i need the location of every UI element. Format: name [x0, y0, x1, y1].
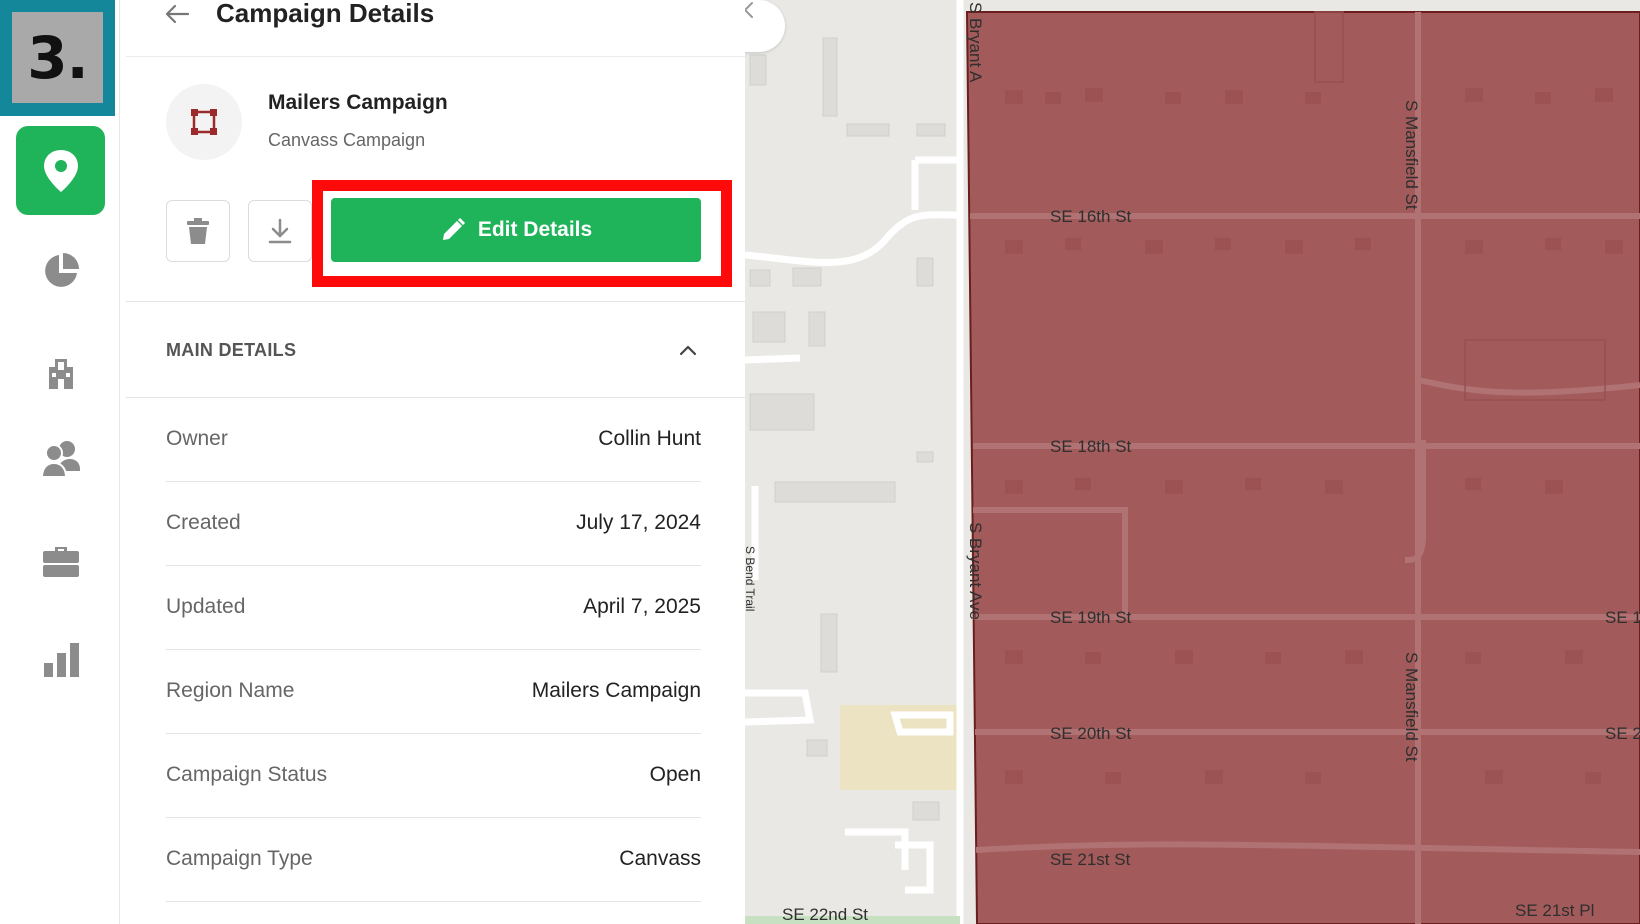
- detail-value: April 7, 2025: [583, 595, 701, 618]
- map-view[interactable]: SE 16th St SE 18th St SE 19th St SE 20th…: [745, 0, 1640, 924]
- street-label: S Mansfield St: [1402, 100, 1421, 210]
- detail-row-campaign-status: Campaign Status Open: [166, 734, 701, 818]
- map-canvas: [745, 0, 1640, 924]
- detail-label: Campaign Type: [166, 847, 313, 870]
- panel-header: Campaign Details: [126, 0, 745, 57]
- detail-row-campaign-type: Campaign Type Canvass: [166, 818, 701, 902]
- sidebar-item-buildings[interactable]: [16, 326, 105, 415]
- delete-button[interactable]: [166, 200, 230, 262]
- sidebar-item-analytics[interactable]: [16, 226, 105, 315]
- sidebar-item-contacts[interactable]: [16, 414, 105, 503]
- step-badge: 3.: [0, 0, 115, 116]
- back-arrow-icon[interactable]: [162, 2, 192, 26]
- street-label: SE 18th St: [1050, 437, 1132, 456]
- app-root: 3. Campaign Details Mailers Campaign Can…: [0, 0, 1640, 924]
- campaign-summary: Mailers Campaign Canvass Campaign: [126, 80, 745, 160]
- street-label: S Mansfield St: [1402, 652, 1421, 762]
- page-title: Campaign Details: [216, 0, 435, 28]
- campaign-type-subtitle: Canvass Campaign: [268, 130, 426, 150]
- pie-chart-icon: [44, 252, 79, 287]
- detail-label: Owner: [166, 427, 228, 450]
- campaign-name: Mailers Campaign: [268, 91, 448, 114]
- download-icon: [268, 218, 292, 244]
- users-icon: [40, 440, 80, 478]
- details-list: Owner Collin Hunt Created July 17, 2024 …: [166, 398, 701, 902]
- detail-label: Updated: [166, 595, 246, 618]
- detail-label: Region Name: [166, 679, 295, 702]
- street-label: SE 20th St: [1050, 724, 1132, 743]
- detail-value: Open: [649, 763, 701, 786]
- street-label: S Bend Trail: [745, 546, 757, 612]
- street-label: SE 16th St: [1050, 207, 1132, 226]
- map-pin-icon: [43, 149, 78, 192]
- detail-value: Collin Hunt: [598, 427, 701, 450]
- detail-value: Mailers Campaign: [531, 679, 701, 702]
- street-label: SE 22nd St: [782, 905, 869, 924]
- step-badge-inner: 3.: [12, 12, 103, 103]
- detail-value: Canvass: [619, 847, 701, 870]
- sidebar-item-map[interactable]: [16, 126, 105, 215]
- street-label: S Bryant Ave: [966, 522, 985, 620]
- chevron-left-icon: [745, 2, 753, 18]
- polygon-region-icon: [191, 109, 217, 135]
- action-bar: Edit Details: [126, 180, 745, 290]
- detail-label: Campaign Status: [166, 763, 328, 786]
- download-button[interactable]: [248, 200, 312, 262]
- bar-chart-icon: [43, 642, 79, 677]
- street-label: SE 21st Pl: [1515, 901, 1595, 920]
- edit-details-button[interactable]: Edit Details: [331, 198, 701, 262]
- detail-row-owner: Owner Collin Hunt: [166, 398, 701, 482]
- street-label: SE 21st St: [1050, 850, 1131, 869]
- trash-icon: [187, 218, 209, 244]
- sidebar-item-reports[interactable]: [16, 614, 105, 703]
- detail-row-region-name: Region Name Mailers Campaign: [166, 650, 701, 734]
- main-details-section-header[interactable]: MAIN DETAILS: [126, 302, 745, 398]
- detail-value: July 17, 2024: [576, 511, 701, 534]
- street-label: SE 19th St: [1050, 608, 1132, 627]
- street-label: SE 2: [1605, 724, 1640, 743]
- campaign-region-polygon: [965, 11, 1640, 924]
- street-label: SE 1: [1605, 608, 1640, 627]
- section-title: MAIN DETAILS: [166, 340, 297, 360]
- street-label: S Bryant A: [966, 2, 985, 83]
- building-icon: [48, 358, 73, 389]
- pencil-icon: [442, 217, 465, 240]
- campaign-avatar: [166, 84, 242, 160]
- detail-label: Created: [166, 511, 241, 534]
- briefcase-icon: [42, 546, 79, 577]
- step-number: 3.: [27, 23, 88, 92]
- sidebar-item-jobs[interactable]: [16, 514, 105, 603]
- edit-details-label: Edit Details: [477, 218, 593, 241]
- detail-row-updated: Updated April 7, 2025: [166, 566, 701, 650]
- sidebar-rail: 3.: [0, 0, 120, 924]
- detail-row-created: Created July 17, 2024: [166, 482, 701, 566]
- campaign-details-panel: Campaign Details Mailers Campaign Canvas…: [126, 0, 745, 924]
- chevron-up-icon[interactable]: [676, 338, 700, 362]
